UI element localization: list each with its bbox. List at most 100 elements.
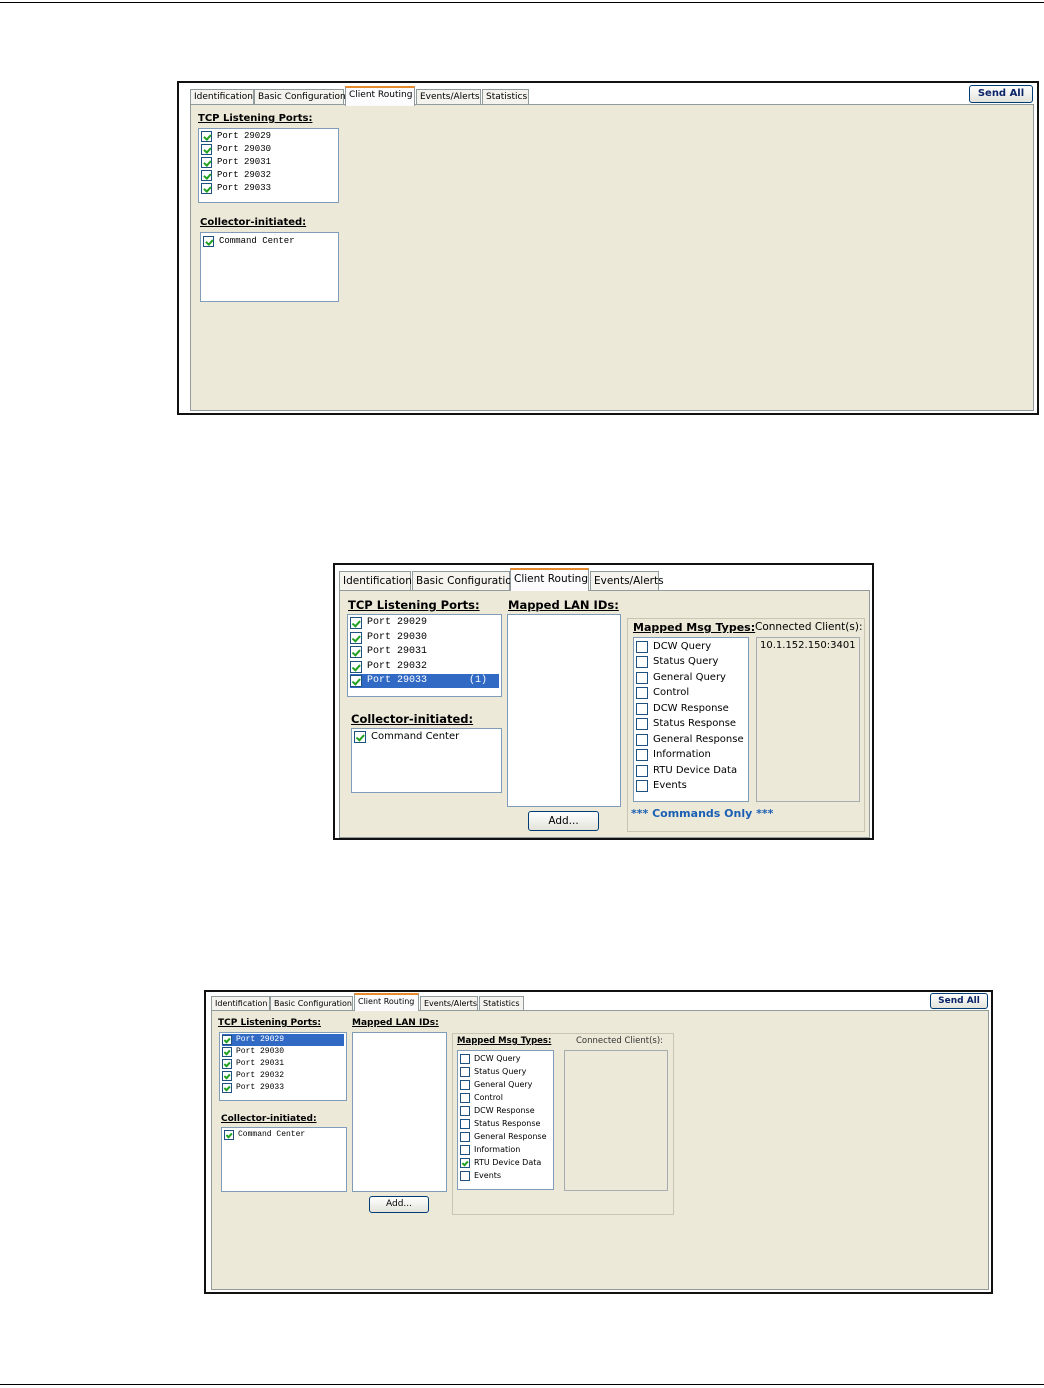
msg-type-row[interactable]: General Query [460, 1078, 551, 1091]
tcp-ports-list[interactable]: Port 29029 Port 29030 Port 29031 Port 29… [347, 614, 502, 697]
msg-type-row[interactable]: Events [636, 778, 746, 793]
port-row[interactable]: Port 29032 [201, 169, 336, 182]
checked-checkbox-icon[interactable] [354, 731, 366, 743]
msg-type-row[interactable]: Information [636, 747, 746, 762]
checked-checkbox-icon[interactable] [201, 170, 212, 181]
tab-client-routing[interactable]: Client Routing [345, 86, 415, 106]
port-row[interactable]: Port 29031 [350, 645, 499, 659]
msg-types-list[interactable]: DCW Query Status Query General Query Con… [633, 637, 749, 802]
msg-type-row[interactable]: RTU Device Data [460, 1156, 551, 1169]
checked-checkbox-icon[interactable] [201, 131, 212, 142]
port-row[interactable]: Port 29030 [222, 1046, 344, 1058]
tab-events-alerts[interactable]: Events/Alerts [416, 89, 481, 105]
tab-basic-configuration[interactable]: Basic Configuration [270, 996, 353, 1011]
msg-type-row[interactable]: Status Response [636, 716, 746, 731]
port-row[interactable]: Port 29029 [350, 616, 499, 630]
checked-checkbox-icon[interactable] [201, 144, 212, 155]
connected-clients-box[interactable] [564, 1050, 668, 1191]
port-row[interactable]: Port 29033 [222, 1082, 344, 1094]
msg-type-row[interactable]: Information [460, 1143, 551, 1156]
port-row-selected[interactable]: Port 29029 [222, 1034, 344, 1046]
tab-identification[interactable]: Identification [339, 571, 412, 591]
checked-checkbox-icon[interactable] [350, 661, 362, 673]
mapped-lan-ids-list[interactable] [352, 1032, 447, 1192]
unchecked-checkbox-icon[interactable] [460, 1171, 470, 1181]
msg-type-row[interactable]: DCW Response [460, 1104, 551, 1117]
add-button[interactable]: Add... [369, 1196, 429, 1213]
unchecked-checkbox-icon[interactable] [636, 656, 648, 668]
unchecked-checkbox-icon[interactable] [636, 687, 648, 699]
checked-checkbox-icon[interactable] [350, 646, 362, 658]
unchecked-checkbox-icon[interactable] [636, 718, 648, 730]
checked-checkbox-icon[interactable] [350, 632, 362, 644]
unchecked-checkbox-icon[interactable] [460, 1132, 470, 1142]
collector-list[interactable]: Command Center [221, 1127, 347, 1192]
unchecked-checkbox-icon[interactable] [636, 780, 648, 792]
checked-checkbox-icon[interactable] [350, 675, 362, 687]
unchecked-checkbox-icon[interactable] [460, 1067, 470, 1077]
msg-type-row[interactable]: Status Query [460, 1065, 551, 1078]
msg-type-row[interactable]: General Response [460, 1130, 551, 1143]
port-row[interactable]: Port 29031 [201, 156, 336, 169]
checked-checkbox-icon[interactable] [222, 1035, 232, 1045]
tab-client-routing[interactable]: Client Routing [354, 993, 419, 1011]
tab-statistics[interactable]: Statistics [482, 89, 529, 105]
tab-basic-configuration[interactable]: Basic Configuration [412, 571, 518, 591]
unchecked-checkbox-icon[interactable] [460, 1093, 470, 1103]
checked-checkbox-icon[interactable] [201, 157, 212, 168]
tab-identification[interactable]: Identification [211, 996, 270, 1011]
collector-row[interactable]: Command Center [224, 1129, 344, 1141]
mapped-lan-ids-list[interactable] [507, 614, 621, 807]
tab-basic-configuration[interactable]: Basic Configuration [254, 89, 346, 105]
send-all-button[interactable]: Send All [969, 85, 1033, 103]
unchecked-checkbox-icon[interactable] [460, 1145, 470, 1155]
checked-checkbox-icon[interactable] [222, 1059, 232, 1069]
msg-type-row[interactable]: DCW Query [636, 639, 746, 654]
msg-type-row[interactable]: Status Query [636, 654, 746, 669]
unchecked-checkbox-icon[interactable] [636, 641, 648, 653]
checked-checkbox-icon[interactable] [224, 1130, 234, 1140]
checked-checkbox-icon[interactable] [222, 1047, 232, 1057]
msg-type-row[interactable]: DCW Query [460, 1052, 551, 1065]
checked-checkbox-icon[interactable] [201, 183, 212, 194]
tab-events-alerts[interactable]: Events/Alerts [590, 571, 664, 591]
msg-type-row[interactable]: General Response [636, 732, 746, 747]
tcp-ports-list[interactable]: Port 29029 Port 29030 Port 29031 Port 29… [198, 128, 339, 203]
collector-row[interactable]: Command Center [354, 730, 499, 744]
port-row[interactable]: Port 29029 [201, 130, 336, 143]
send-all-button[interactable]: Send All [930, 993, 988, 1009]
tab-client-routing[interactable]: Client Routing [510, 568, 589, 591]
unchecked-checkbox-icon[interactable] [636, 765, 648, 777]
tab-identification[interactable]: Identification [190, 89, 254, 105]
port-row[interactable]: Port 29030 [350, 631, 499, 645]
unchecked-checkbox-icon[interactable] [460, 1119, 470, 1129]
add-button[interactable]: Add... [528, 811, 599, 831]
checked-checkbox-icon[interactable] [222, 1071, 232, 1081]
msg-types-list[interactable]: DCW Query Status Query General Query Con… [457, 1050, 554, 1190]
unchecked-checkbox-icon[interactable] [636, 703, 648, 715]
unchecked-checkbox-icon[interactable] [636, 734, 648, 746]
connected-clients-box[interactable]: 10.1.152.150:3401 [756, 637, 860, 802]
msg-type-row[interactable]: Events [460, 1169, 551, 1182]
msg-type-row[interactable]: DCW Response [636, 701, 746, 716]
msg-type-row[interactable]: Control [460, 1091, 551, 1104]
port-row[interactable]: Port 29033 [201, 182, 336, 195]
unchecked-checkbox-icon[interactable] [636, 672, 648, 684]
port-row[interactable]: Port 29032 [350, 660, 499, 674]
checked-checkbox-icon[interactable] [222, 1083, 232, 1093]
checked-checkbox-icon[interactable] [350, 617, 362, 629]
collector-list[interactable]: Command Center [200, 232, 339, 302]
tab-statistics[interactable]: Statistics [479, 996, 524, 1011]
unchecked-checkbox-icon[interactable] [460, 1080, 470, 1090]
tab-events-alerts[interactable]: Events/Alerts [420, 996, 478, 1011]
tcp-ports-list[interactable]: Port 29029 Port 29030 Port 29031 Port 29… [219, 1032, 347, 1101]
msg-type-row[interactable]: General Query [636, 670, 746, 685]
msg-type-row[interactable]: Control [636, 685, 746, 700]
collector-list[interactable]: Command Center [351, 728, 502, 793]
msg-type-row[interactable]: Status Response [460, 1117, 551, 1130]
checked-checkbox-icon[interactable] [203, 236, 214, 247]
unchecked-checkbox-icon[interactable] [460, 1106, 470, 1116]
collector-row[interactable]: Command Center [203, 235, 336, 248]
port-row[interactable]: Port 29032 [222, 1070, 344, 1082]
msg-type-row[interactable]: RTU Device Data [636, 763, 746, 778]
